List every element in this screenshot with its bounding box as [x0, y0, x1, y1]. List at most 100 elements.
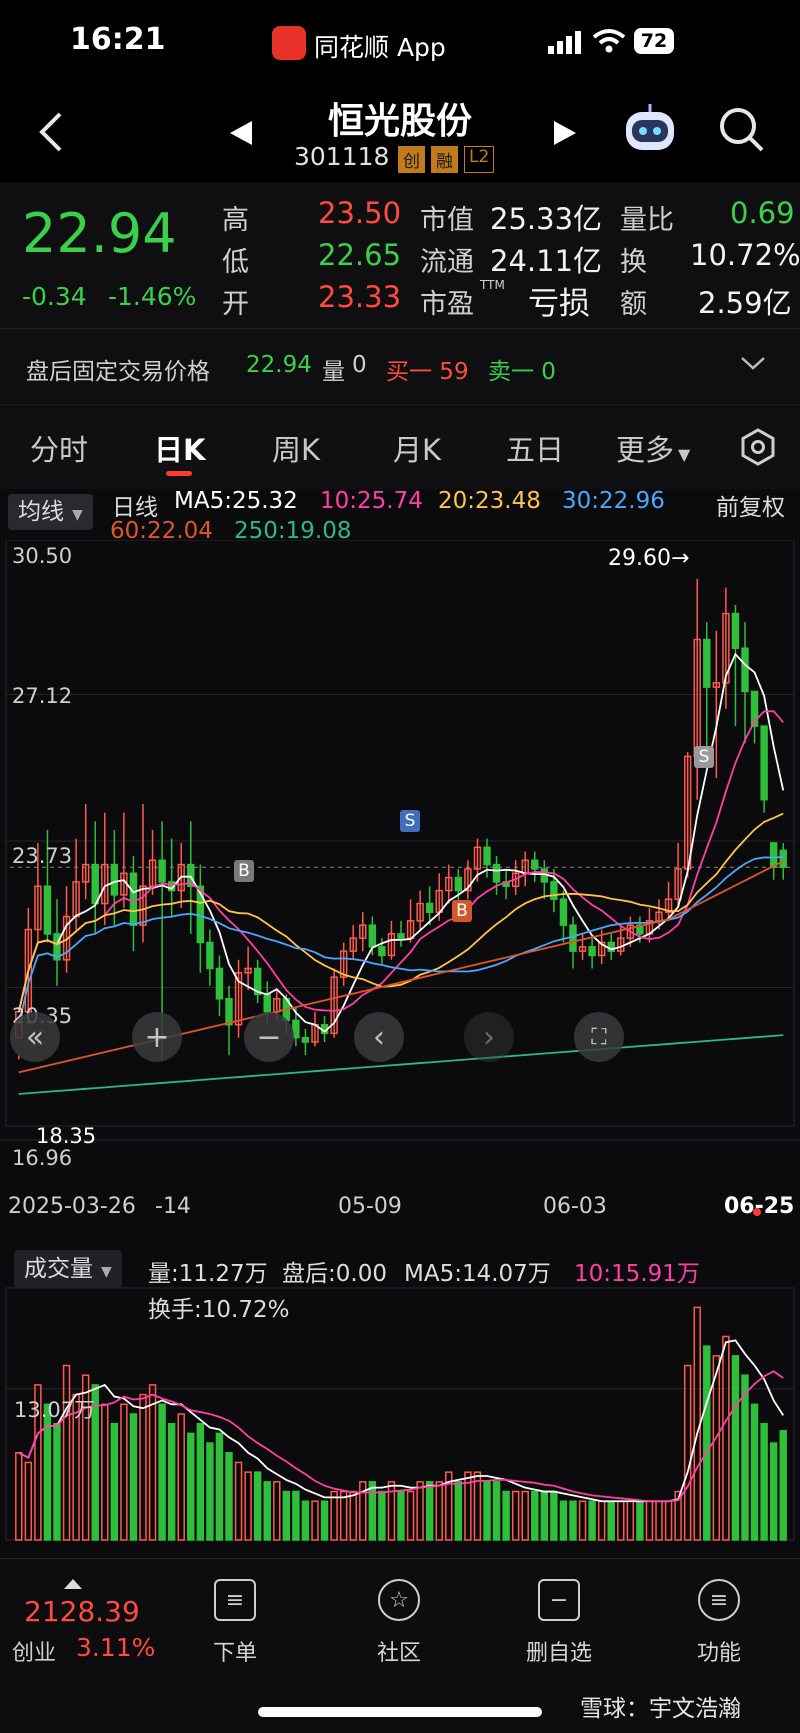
buy-mark[interactable]: B [452, 900, 472, 922]
volume-selector-label: 成交量 [24, 1256, 93, 1282]
candle-body [91, 863, 99, 905]
volume-bar [330, 1490, 338, 1541]
candle-body [110, 863, 119, 896]
volume-after-hours: 盘后:0.00 [282, 1261, 387, 1287]
order-doc-icon: ≡ [214, 1579, 256, 1621]
tab-monthly-k[interactable]: 月K [393, 427, 441, 469]
zoom-in-icon[interactable]: + [132, 1012, 182, 1062]
volume-bar [206, 1442, 214, 1541]
sell-mark[interactable]: S [694, 746, 714, 768]
divider [0, 328, 800, 329]
function-button[interactable]: ≡ 功能 [664, 1579, 774, 1667]
tab-five-day[interactable]: 五日 [506, 427, 564, 469]
volume-selector[interactable]: 成交量 ▼ [14, 1250, 122, 1288]
index-value[interactable]: 2128.39 [24, 1595, 140, 1628]
fullscreen-icon[interactable]: ⛶ [574, 1012, 624, 1062]
volume-bar [550, 1490, 558, 1541]
order-label: 下单 [212, 1641, 257, 1666]
candle-body [779, 849, 787, 868]
volume-bar [311, 1500, 319, 1541]
volume-bar [349, 1490, 357, 1541]
tab-daily-k[interactable]: 日K [154, 427, 205, 469]
candle-body [703, 638, 711, 688]
x-label-3: 05-09 [338, 1194, 402, 1219]
volume-bar [636, 1500, 644, 1541]
volume-bar [769, 1442, 778, 1541]
caret-down-icon: ▼ [678, 445, 691, 464]
battery-icon: 72 [634, 28, 674, 54]
tab-more-label: 更多 [616, 433, 675, 467]
tab-more[interactable]: 更多 ▼ [616, 427, 690, 469]
next-stock-icon[interactable] [552, 120, 578, 146]
expand-chevron-icon[interactable] [740, 354, 766, 372]
volume-bar [626, 1500, 635, 1541]
remove-watchlist-button[interactable]: − 删自选 [504, 1579, 614, 1667]
stock-badges: 创 融 L2 [398, 146, 495, 173]
pe-label: 市盈 [420, 289, 474, 320]
candle-body [483, 846, 491, 866]
volume-ratio-label: 量比 [620, 205, 674, 236]
function-label: 功能 [696, 1641, 741, 1666]
badge-rong: 融 [431, 146, 458, 173]
scroll-left-icon[interactable]: ‹ [354, 1012, 404, 1062]
candle-body [215, 967, 224, 1000]
community-label: 社区 [376, 1641, 421, 1666]
volume-bar [664, 1500, 673, 1541]
volume-bar [779, 1430, 787, 1541]
buy-mark[interactable]: B [234, 860, 254, 882]
y-label-bottom: 16.96 [12, 1146, 73, 1170]
stock-name: 恒光股份 [327, 101, 472, 142]
volume-bar [406, 1490, 415, 1541]
candle-body [43, 885, 52, 935]
volume-bar [62, 1364, 71, 1541]
volume-bar [569, 1500, 577, 1541]
sell-mark[interactable]: S [400, 810, 420, 832]
volume-bar [722, 1335, 730, 1541]
active-tab-indicator [166, 471, 192, 476]
candle-body [368, 924, 377, 948]
low-label: 低 [222, 247, 249, 278]
rewind-icon[interactable]: « [10, 1012, 60, 1062]
buy1: 买一 59 [386, 359, 469, 385]
tab-weekly-k[interactable]: 周K [272, 427, 320, 469]
sell1: 卖一 0 [488, 359, 556, 385]
candle-body [158, 859, 166, 883]
volume-bar [521, 1490, 529, 1541]
settings-hexagon-icon[interactable] [738, 427, 778, 467]
y-label-top: 30.50 [12, 544, 73, 568]
zoom-out-icon[interactable]: − [244, 1012, 294, 1062]
min-price-label: 18.35 [36, 1124, 97, 1148]
volume-y-label: 13.07万 [14, 1398, 96, 1422]
candle-body [206, 941, 214, 970]
volume-bar [712, 1355, 721, 1541]
volume-bar [167, 1422, 176, 1541]
x-label-start: 2025-03-26 [8, 1194, 136, 1219]
volume-bar [483, 1481, 491, 1541]
bottom-toolbar: 2128.39 创业 3.11% ≡ 下单 ☆ 社区 − 删自选 ≡ 功能 雪球… [0, 1558, 800, 1733]
search-icon[interactable] [718, 106, 764, 152]
scroll-right-icon[interactable]: › [464, 1012, 514, 1062]
volume-bar [368, 1481, 377, 1541]
x-label-4: 06-03 [543, 1194, 607, 1219]
volume-bar [645, 1500, 654, 1541]
open-value: 23.33 [318, 280, 402, 314]
tab-intraday[interactable]: 分时 [30, 427, 88, 469]
community-star-icon: ☆ [378, 1579, 420, 1621]
kline-area: 均线 ▼ 日线 MA5:25.32 10:25.74 20:23.48 30:22… [0, 488, 800, 1558]
y-label-3: 23.73 [12, 844, 73, 868]
candle-body [301, 1036, 310, 1043]
volume-bar [139, 1393, 147, 1541]
robot-assistant-icon[interactable] [622, 104, 678, 154]
adjust-mode[interactable]: 前复权 [716, 488, 785, 522]
volume-bar [473, 1471, 482, 1541]
candle-body [397, 933, 405, 939]
volume-bar [53, 1422, 61, 1541]
volume-bar [378, 1490, 386, 1541]
order-button[interactable]: ≡ 下单 [180, 1579, 290, 1667]
community-button[interactable]: ☆ 社区 [344, 1579, 454, 1667]
volume-bar [741, 1374, 749, 1541]
after-hours-vol: 0 [352, 352, 367, 378]
volume-bar [454, 1481, 463, 1541]
ma-selector[interactable]: 均线 ▼ [8, 494, 93, 530]
price-change-pct: -1.46% [108, 282, 197, 311]
